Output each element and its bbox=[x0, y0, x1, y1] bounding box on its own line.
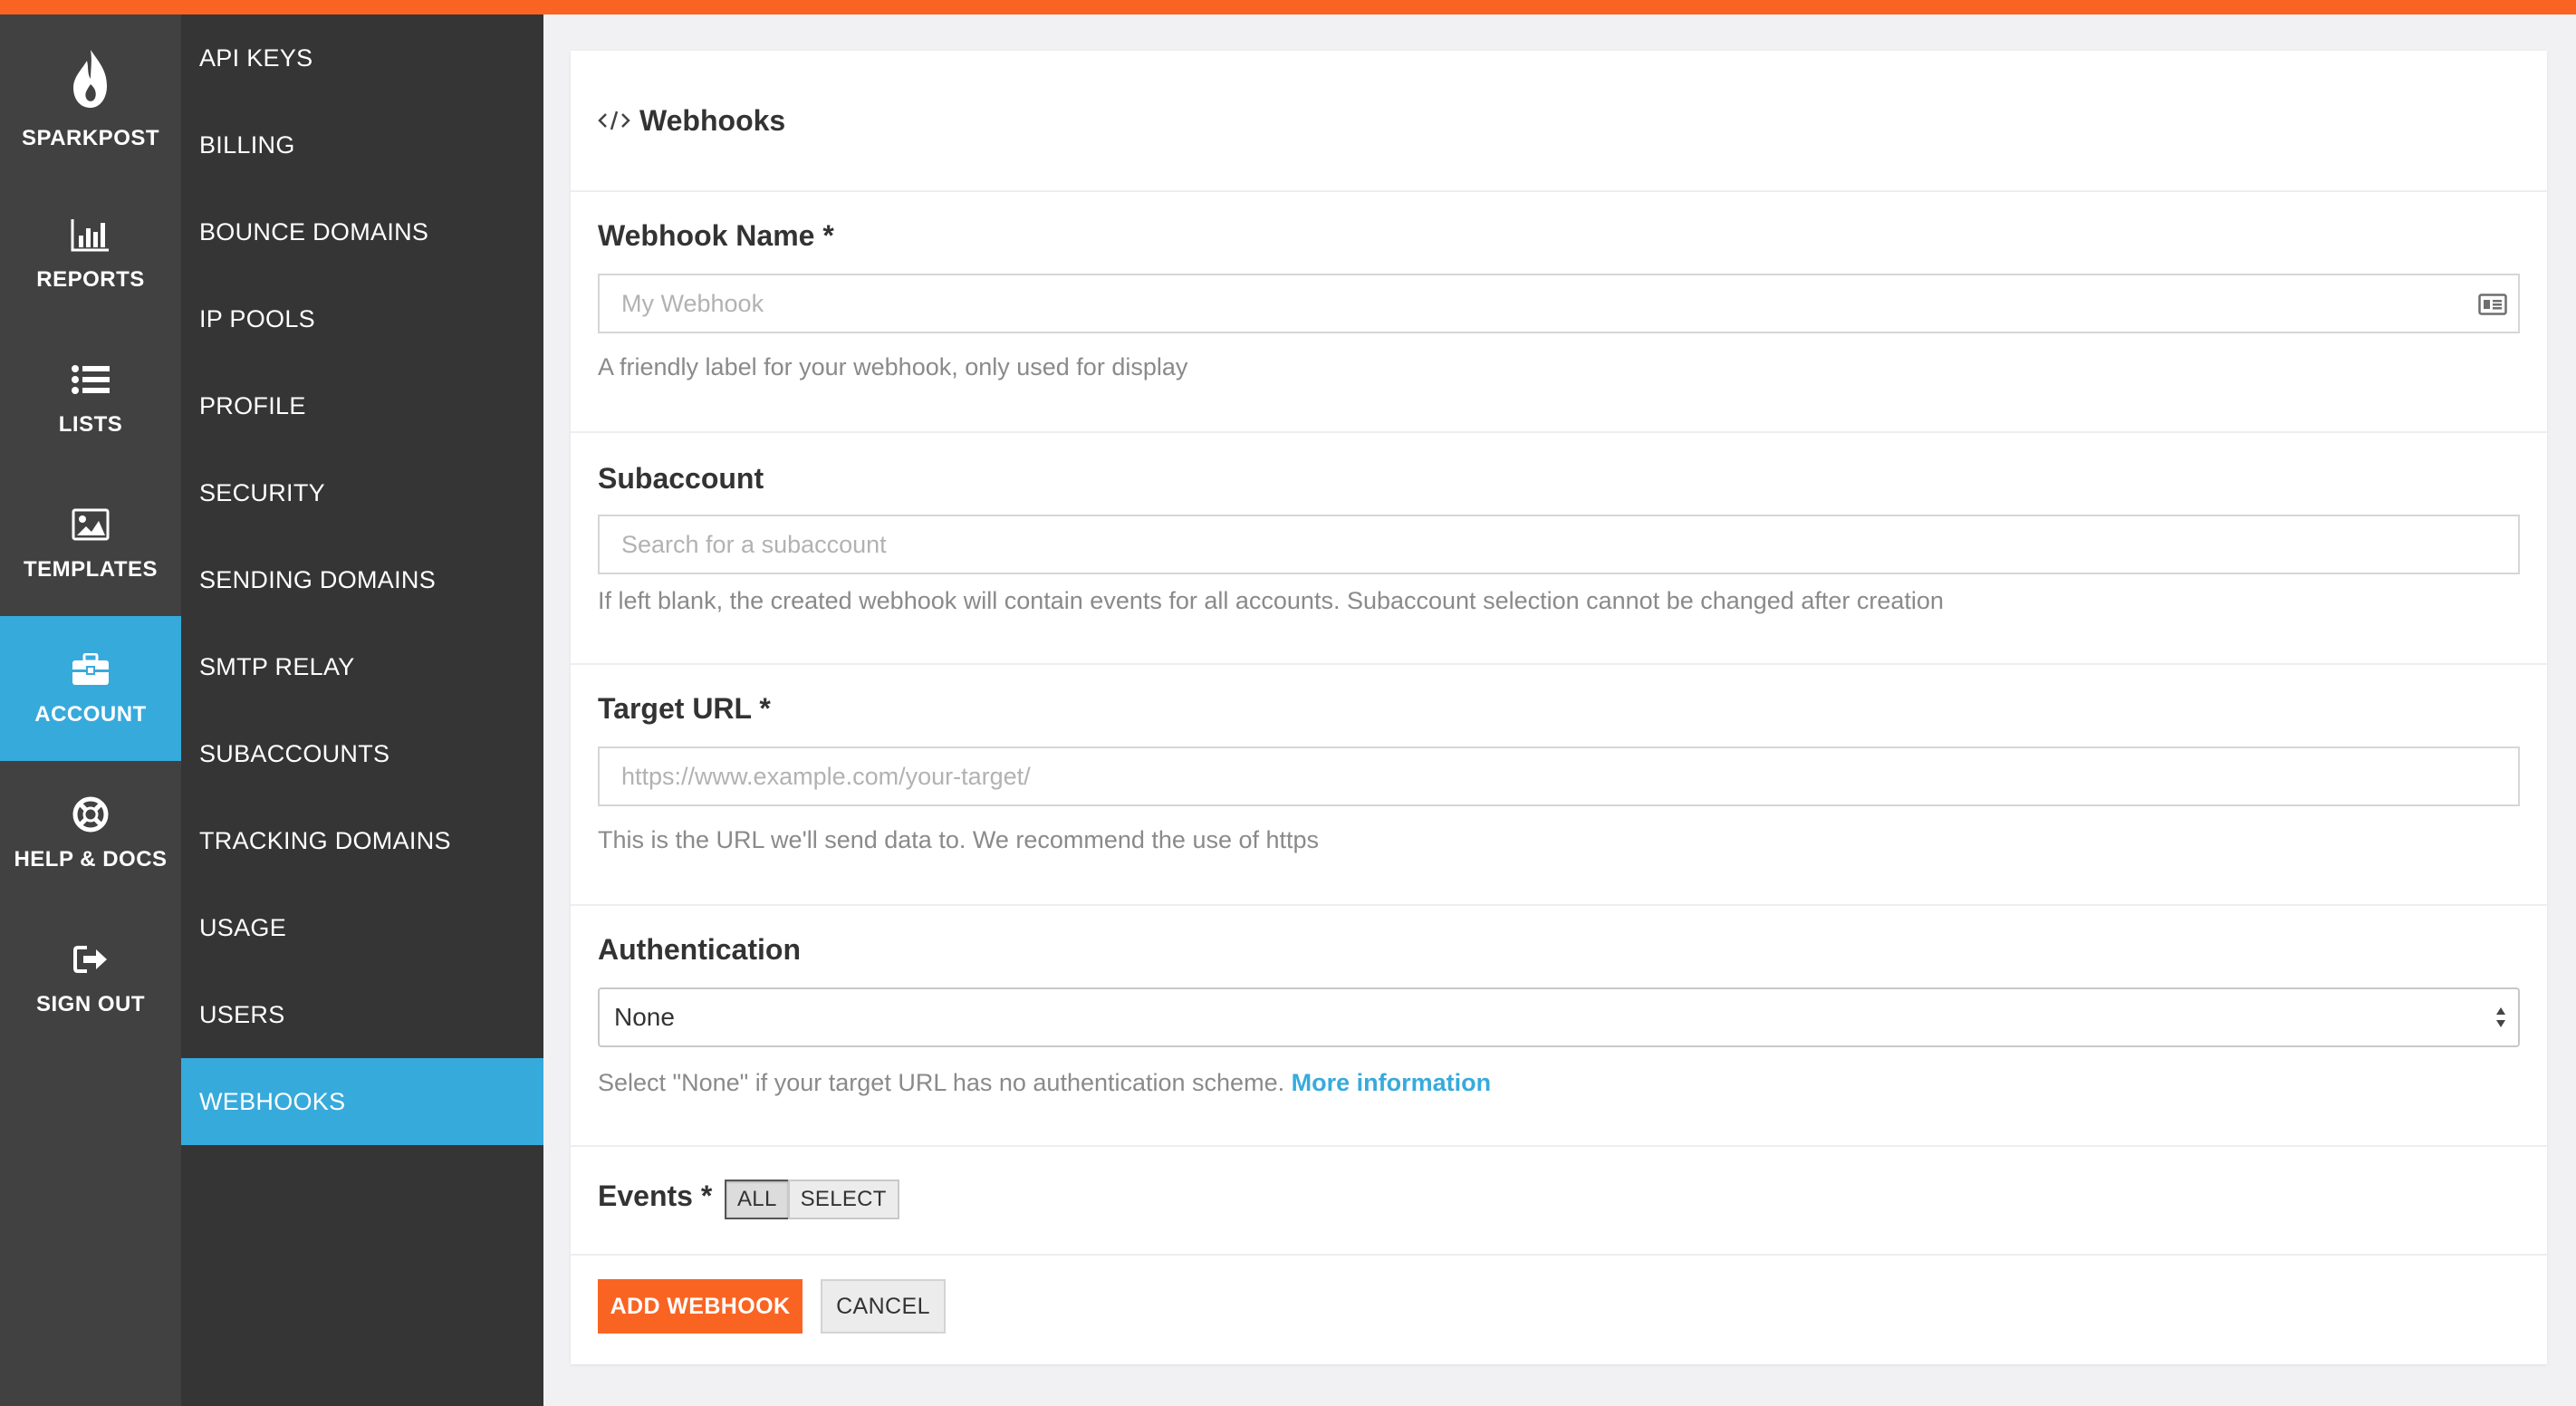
primary-nav: SPARKPOST REPORTS LISTS TEMPLATES ACCOUN… bbox=[0, 14, 181, 1406]
nav-reports[interactable]: REPORTS bbox=[0, 181, 181, 326]
image-icon bbox=[71, 505, 111, 544]
authentication-select[interactable]: None bbox=[598, 987, 2520, 1047]
subaccount-help: If left blank, the created webhook will … bbox=[598, 587, 1944, 614]
select-arrows-icon bbox=[2494, 1004, 2507, 1031]
events-all-button[interactable]: ALL bbox=[725, 1180, 790, 1219]
subnav-security[interactable]: SECURITY bbox=[181, 449, 543, 536]
subnav-tracking-domains[interactable]: TRACKING DOMAINS bbox=[181, 797, 543, 884]
webhook-name-help: A friendly label for your webhook, only … bbox=[598, 353, 1188, 380]
webhook-form-panel: Webhooks Webhook Name * A friendly label… bbox=[571, 51, 2547, 1364]
briefcase-icon bbox=[71, 650, 111, 689]
nav-lists-label: LISTS bbox=[58, 412, 123, 437]
subnav-ip-pools[interactable]: IP POOLS bbox=[181, 275, 543, 362]
events-select-button[interactable]: SELECT bbox=[787, 1180, 899, 1219]
subnav-subaccounts[interactable]: SUBACCOUNTS bbox=[181, 710, 543, 797]
subnav-smtp-relay[interactable]: SMTP RELAY bbox=[181, 623, 543, 710]
target-url-input[interactable] bbox=[598, 746, 2520, 806]
authentication-selected-value: None bbox=[614, 1003, 675, 1031]
authentication-help: Select "None" if your target URL has no … bbox=[598, 1069, 1491, 1097]
subnav-profile[interactable]: PROFILE bbox=[181, 362, 543, 449]
cancel-button[interactable]: CANCEL bbox=[821, 1279, 946, 1334]
sign-out-icon bbox=[71, 939, 111, 979]
nav-templates-label: TEMPLATES bbox=[23, 557, 159, 582]
events-label: Events * bbox=[598, 1180, 713, 1212]
nav-sign-out-label: SIGN OUT bbox=[35, 992, 145, 1016]
subnav-sending-domains[interactable]: SENDING DOMAINS bbox=[181, 536, 543, 623]
target-url-help: This is the URL we'll send data to. We r… bbox=[598, 826, 1320, 853]
lifebuoy-icon bbox=[71, 794, 111, 834]
subnav-billing[interactable]: BILLING bbox=[181, 101, 543, 188]
more-information-link[interactable]: More information bbox=[1292, 1069, 1492, 1096]
nav-templates[interactable]: TEMPLATES bbox=[0, 471, 181, 616]
brand-logo-link[interactable]: SPARKPOST bbox=[0, 14, 181, 181]
panel-header: Webhooks bbox=[571, 51, 2547, 192]
events-toggle: ALL SELECT bbox=[725, 1180, 899, 1219]
nav-reports-label: REPORTS bbox=[36, 267, 145, 292]
webhook-name-section: Webhook Name * A friendly label for your… bbox=[571, 192, 2547, 433]
brand-label: SPARKPOST bbox=[21, 126, 160, 150]
subnav-usage[interactable]: USAGE bbox=[181, 884, 543, 971]
top-accent-bar bbox=[0, 0, 2576, 14]
account-subnav: API KEYS BILLING BOUNCE DOMAINS IP POOLS… bbox=[181, 14, 543, 1406]
target-url-section: Target URL * This is the URL we'll send … bbox=[571, 665, 2547, 906]
webhook-name-input[interactable] bbox=[598, 274, 2520, 333]
subnav-api-keys[interactable]: API KEYS bbox=[181, 14, 543, 101]
webhook-name-label: Webhook Name * bbox=[598, 219, 834, 252]
authentication-help-text: Select "None" if your target URL has no … bbox=[598, 1069, 1285, 1096]
page-title: Webhooks bbox=[639, 103, 786, 137]
subnav-users[interactable]: USERS bbox=[181, 971, 543, 1058]
subaccount-label: Subaccount bbox=[598, 462, 764, 495]
code-icon bbox=[598, 110, 630, 131]
events-section: Events * ALL SELECT bbox=[571, 1147, 2547, 1256]
subaccount-search-input[interactable] bbox=[598, 515, 2520, 574]
authentication-label: Authentication bbox=[598, 933, 801, 966]
bar-chart-icon bbox=[71, 215, 111, 255]
subnav-bounce-domains[interactable]: BOUNCE DOMAINS bbox=[181, 188, 543, 275]
nav-sign-out[interactable]: SIGN OUT bbox=[0, 906, 181, 1051]
nav-account[interactable]: ACCOUNT bbox=[0, 616, 181, 761]
nav-help-docs[interactable]: HELP & DOCS bbox=[0, 761, 181, 906]
contact-card-icon[interactable] bbox=[2478, 294, 2507, 315]
subnav-webhooks[interactable]: WEBHOOKS bbox=[181, 1058, 543, 1145]
list-icon bbox=[71, 360, 111, 400]
nav-lists[interactable]: LISTS bbox=[0, 326, 181, 471]
subaccount-section: Subaccount If left blank, the created we… bbox=[571, 433, 2547, 665]
nav-account-label: ACCOUNT bbox=[34, 702, 147, 727]
nav-help-docs-label: HELP & DOCS bbox=[14, 847, 168, 872]
flame-icon bbox=[68, 44, 113, 113]
target-url-label: Target URL * bbox=[598, 692, 771, 725]
authentication-section: Authentication None Select "None" if you… bbox=[571, 906, 2547, 1147]
add-webhook-button[interactable]: ADD WEBHOOK bbox=[598, 1279, 803, 1334]
